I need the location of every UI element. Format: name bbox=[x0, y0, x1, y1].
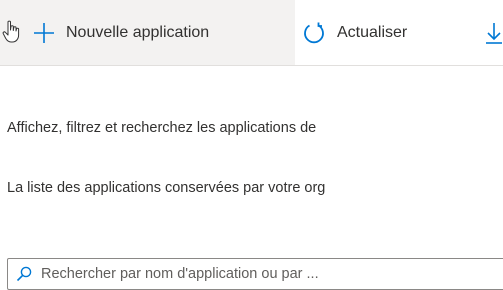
refresh-icon bbox=[302, 21, 326, 45]
new-application-label: Nouvelle application bbox=[66, 23, 210, 41]
command-bar: Nouvelle application Actualiser bbox=[0, 0, 503, 66]
search-icon bbox=[16, 266, 32, 282]
hand-cursor-icon bbox=[2, 20, 24, 44]
download-button[interactable] bbox=[484, 0, 503, 65]
page-description: Affichez, filtrez et recherchez les appl… bbox=[7, 120, 317, 136]
search-box[interactable] bbox=[7, 258, 503, 290]
download-icon bbox=[484, 22, 503, 44]
refresh-label: Actualiser bbox=[337, 23, 408, 41]
plus-icon bbox=[33, 22, 55, 44]
refresh-button[interactable]: Actualiser bbox=[302, 0, 407, 65]
retention-note: La liste des applications conservées par… bbox=[7, 180, 326, 196]
search-input[interactable] bbox=[41, 266, 481, 282]
new-application-button[interactable]: Nouvelle application bbox=[0, 0, 295, 65]
